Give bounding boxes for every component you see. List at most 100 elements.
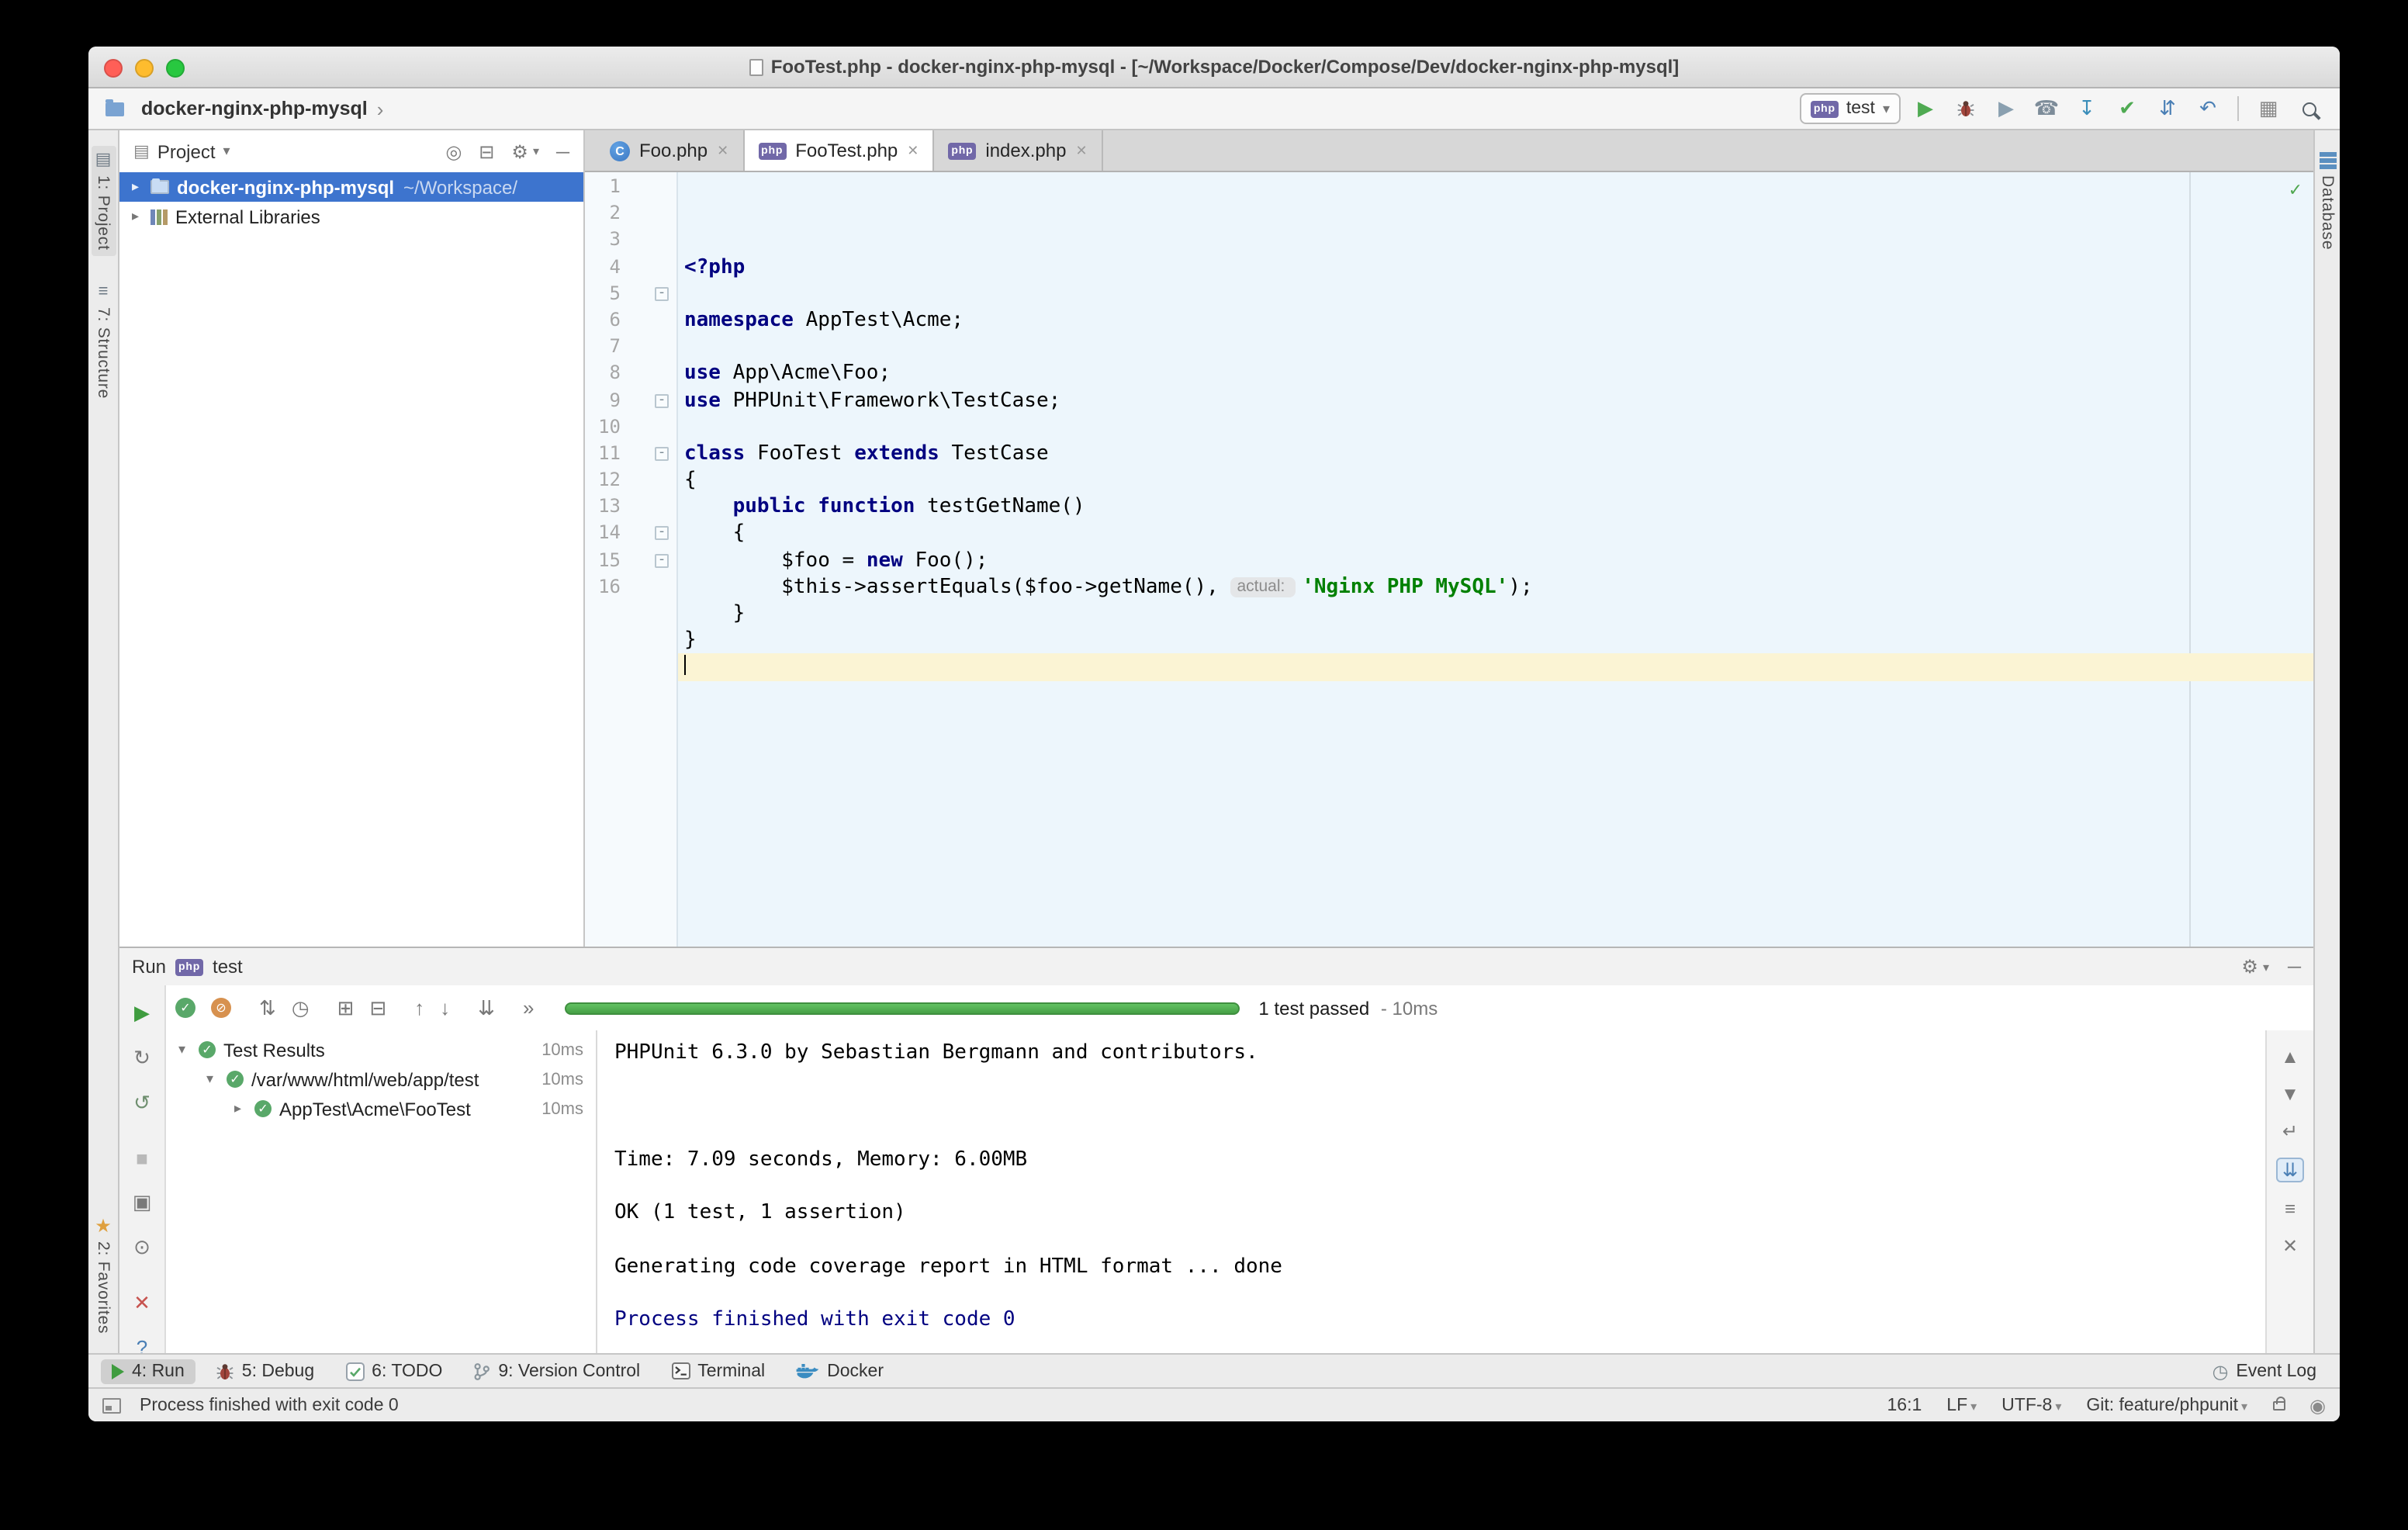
fold-marker-icon[interactable]: - bbox=[655, 447, 669, 461]
tool-window-button-5-debug[interactable]: 5: Debug bbox=[205, 1359, 325, 1383]
pin-button[interactable]: ⊙ bbox=[133, 1235, 150, 1260]
code-line-8[interactable]: class FooTest extends TestCase bbox=[678, 441, 2313, 467]
rollback-button[interactable]: ↶ bbox=[2192, 93, 2223, 124]
tool-window-button-6-todo[interactable]: 6: TODO bbox=[334, 1359, 453, 1383]
chevron-right-icon[interactable]: ▸ bbox=[132, 208, 149, 225]
encoding-selector[interactable]: UTF-8▾ bbox=[2001, 1396, 2061, 1414]
code-line-13[interactable]: $this->assertEquals($foo->getName(), act… bbox=[678, 574, 2313, 601]
close-tab-icon[interactable]: ✕ bbox=[717, 142, 728, 159]
tool-button-7-structure[interactable]: ≡7: Structure bbox=[91, 279, 116, 406]
more-actions-button[interactable]: » bbox=[523, 996, 534, 1019]
hide-passed-button[interactable]: ✓ bbox=[175, 998, 195, 1018]
up-stack-trace-button[interactable]: ▲ bbox=[2281, 1046, 2299, 1068]
layout-button[interactable]: ▦ bbox=[2253, 93, 2284, 124]
hide-panel-button[interactable]: ─ bbox=[2288, 956, 2301, 978]
console-output[interactable]: PHPUnit 6.3.0 by Sebastian Bergmann and … bbox=[597, 1030, 2265, 1353]
fold-marker-icon[interactable]: - bbox=[655, 393, 669, 407]
import-test-results-button[interactable]: ⇊ bbox=[478, 995, 495, 1020]
commit-button[interactable]: ✔ bbox=[2112, 93, 2143, 124]
previous-failed-test-button[interactable]: ↑ bbox=[414, 996, 424, 1019]
code-area[interactable]: <?php namespace AppTest\Acme; use App\Acme… bbox=[678, 172, 2313, 947]
code-line-12[interactable]: $foo = new Foo(); bbox=[678, 547, 2313, 573]
restore-layout-button[interactable]: ▣ bbox=[133, 1190, 152, 1215]
search-everywhere-button[interactable] bbox=[2293, 93, 2324, 124]
code-line-9[interactable]: { bbox=[678, 467, 2313, 493]
tool-window-button-9-version-control[interactable]: 9: Version Control bbox=[462, 1359, 651, 1383]
line-separator-selector[interactable]: LF▾ bbox=[1946, 1396, 1977, 1414]
minimize-window-button[interactable] bbox=[135, 59, 154, 78]
tool-window-button-terminal[interactable]: Terminal bbox=[660, 1359, 776, 1383]
test-node-test-results[interactable]: ▾✓Test Results10ms bbox=[166, 1035, 596, 1064]
code-line-6[interactable]: use PHPUnit\Framework\TestCase; bbox=[678, 387, 2313, 414]
close-tab-icon[interactable]: ✕ bbox=[1075, 142, 1087, 159]
compare-button[interactable]: ⇵ bbox=[2152, 93, 2183, 124]
listen-debug-connections-button[interactable]: ☎ bbox=[2031, 93, 2062, 124]
test-node-var-www-html-web-app-test[interactable]: ▾✓/var/www/html/web/app/test10ms bbox=[166, 1064, 596, 1094]
hide-panel-button[interactable]: ─ bbox=[556, 140, 569, 162]
fold-marker-icon[interactable]: - bbox=[655, 553, 669, 567]
hide-ignored-button[interactable]: ⊘ bbox=[211, 998, 231, 1018]
sort-alphabetically-button[interactable]: ⇅ bbox=[259, 995, 276, 1020]
chevron-down-icon[interactable]: ▾ bbox=[223, 143, 230, 160]
soft-wrap-button[interactable]: ↵ bbox=[2282, 1120, 2298, 1142]
debug-button[interactable] bbox=[1950, 93, 1981, 124]
highlighting-level-icon[interactable]: ◉ bbox=[2309, 1394, 2326, 1416]
inspections-status-icon[interactable]: ✓ bbox=[2289, 180, 2302, 200]
caret-position[interactable]: 16:1 bbox=[1887, 1396, 1922, 1414]
code-line-11[interactable]: { bbox=[678, 521, 2313, 547]
chevron-down-icon[interactable]: ▾ bbox=[178, 1041, 195, 1058]
run-with-coverage-button[interactable]: ▶ bbox=[1991, 93, 2022, 124]
fold-marker-icon[interactable]: - bbox=[655, 287, 669, 301]
code-line-4[interactable] bbox=[678, 334, 2313, 360]
scroll-to-end-button[interactable]: ⇊ bbox=[2276, 1158, 2304, 1182]
project-view-selector[interactable]: Project bbox=[157, 140, 216, 162]
clear-all-button[interactable]: ✕ bbox=[2282, 1235, 2298, 1257]
tree-node-external-libraries[interactable]: ▸External Libraries bbox=[119, 202, 583, 231]
tool-button-1-project[interactable]: ▤1: Project bbox=[91, 146, 116, 257]
close-tab-icon[interactable]: ✕ bbox=[907, 142, 919, 159]
code-line-3[interactable]: namespace AppTest\Acme; bbox=[678, 307, 2313, 334]
settings-button[interactable]: ⚙ bbox=[2241, 956, 2258, 978]
chevron-down-icon[interactable]: ▾ bbox=[206, 1071, 223, 1088]
print-button[interactable]: ≡ bbox=[2285, 1198, 2296, 1220]
fold-marker-icon[interactable]: - bbox=[655, 527, 669, 541]
tool-button-database[interactable]: Database bbox=[2315, 146, 2340, 256]
tool-button-2-favorites[interactable]: ★2: Favorites bbox=[91, 1211, 116, 1341]
code-line-2[interactable] bbox=[678, 281, 2313, 307]
breadcrumb-project[interactable]: docker-nginx-php-mysql bbox=[141, 98, 368, 119]
tool-window-button-docker[interactable]: Docker bbox=[785, 1359, 894, 1383]
code-line-1[interactable]: <?php bbox=[678, 254, 2313, 280]
breadcrumb[interactable]: docker-nginx-php-mysql › bbox=[104, 97, 383, 120]
tool-window-button-4-run[interactable]: 4: Run bbox=[101, 1359, 195, 1383]
settings-button[interactable]: ⚙ bbox=[511, 140, 528, 162]
chevron-right-icon[interactable]: ▸ bbox=[132, 178, 149, 196]
collapse-all-button[interactable]: ⊟ bbox=[479, 140, 494, 162]
rerun-button[interactable]: ▶ bbox=[134, 1001, 150, 1026]
code-line-15[interactable]: } bbox=[678, 627, 2313, 653]
run-config-selector[interactable]: php test ▾ bbox=[1800, 93, 1901, 124]
toggle-auto-test-button[interactable]: ↺ bbox=[133, 1091, 150, 1116]
git-branch-selector[interactable]: Git: feature/phpunit▾ bbox=[2086, 1396, 2247, 1414]
code-line-14[interactable]: } bbox=[678, 601, 2313, 627]
tool-window-switcher-icon[interactable] bbox=[102, 1397, 121, 1413]
editor-tab-foo-php[interactable]: CFoo.php✕ bbox=[596, 130, 744, 171]
chevron-right-icon[interactable]: ▸ bbox=[234, 1100, 251, 1117]
sort-by-duration-button[interactable]: ◷ bbox=[292, 995, 310, 1020]
code-line-10[interactable]: public function testGetName() bbox=[678, 494, 2313, 521]
readonly-lock-icon[interactable] bbox=[2272, 1400, 2285, 1410]
test-node-apptest-acme-footest[interactable]: ▸✓AppTest\Acme\FooTest10ms bbox=[166, 1094, 596, 1123]
expand-all-button[interactable]: ⊞ bbox=[337, 995, 355, 1020]
code-line-7[interactable] bbox=[678, 414, 2313, 440]
code-line-5[interactable]: use App\Acme\Foo; bbox=[678, 361, 2313, 387]
tool-window-button-event-log[interactable]: ◷Event Log bbox=[2201, 1357, 2327, 1385]
run-button[interactable]: ▶ bbox=[1910, 93, 1941, 124]
close-button[interactable]: ✕ bbox=[133, 1291, 150, 1316]
tree-node-docker-nginx-php-mysql[interactable]: ▸docker-nginx-php-mysql~/Workspace/ bbox=[119, 172, 583, 202]
locate-file-button[interactable]: ◎ bbox=[445, 140, 462, 162]
code-line-16[interactable] bbox=[678, 654, 2313, 680]
stop-button[interactable]: ■ bbox=[136, 1147, 148, 1170]
update-project-button[interactable]: ↧ bbox=[2071, 93, 2102, 124]
down-stack-trace-button[interactable]: ▼ bbox=[2281, 1083, 2299, 1105]
collapse-all-button[interactable]: ⊟ bbox=[369, 995, 386, 1020]
editor-tab-footest-php[interactable]: phpFooTest.php✕ bbox=[744, 130, 934, 171]
